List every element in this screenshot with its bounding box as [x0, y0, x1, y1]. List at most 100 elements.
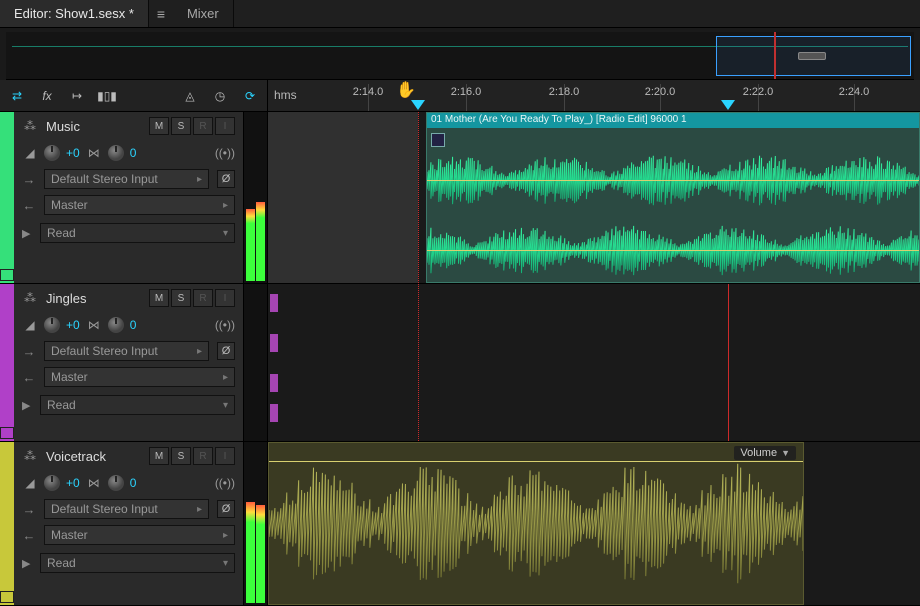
audio-clip-voice[interactable]: [268, 442, 804, 605]
envelope-line[interactable]: [269, 461, 803, 462]
track-name[interactable]: Music: [46, 119, 141, 134]
track-color-bar[interactable]: [0, 112, 14, 283]
input-monitor-button[interactable]: I: [215, 117, 235, 135]
audio-clip-music[interactable]: 01 Mother (Are You Ready To Play_) [Radi…: [426, 112, 920, 283]
waveform-icon: ⁂: [22, 449, 38, 463]
lane-playhead[interactable]: [728, 284, 729, 441]
automation-disclose-icon[interactable]: ▶: [22, 557, 32, 570]
volume-value[interactable]: +0: [66, 146, 80, 160]
track-color-toggle[interactable]: [0, 591, 14, 603]
tool-swap-icon[interactable]: ⇄: [8, 87, 26, 105]
volume-knob[interactable]: [44, 145, 60, 161]
pan-knob[interactable]: [108, 317, 124, 333]
audio-clip-jingle[interactable]: [274, 294, 278, 312]
automation-disclose-icon[interactable]: ▶: [22, 227, 32, 240]
track-color-toggle[interactable]: [0, 269, 14, 281]
clip-title: 01 Mother (Are You Ready To Play_) [Radi…: [427, 113, 919, 128]
timeline-label: 2:18.0: [549, 86, 580, 98]
playhead-marker-in[interactable]: [411, 80, 425, 111]
record-button[interactable]: R: [193, 117, 213, 135]
automation-mode-select[interactable]: Read▾: [40, 395, 235, 415]
audio-clip-jingle[interactable]: [274, 404, 278, 422]
clip-fx-icon[interactable]: [431, 133, 445, 147]
record-button[interactable]: R: [193, 447, 213, 465]
output-select[interactable]: Master▸: [44, 367, 235, 387]
solo-button[interactable]: S: [171, 289, 191, 307]
volume-value[interactable]: +0: [66, 318, 80, 332]
phase-invert-button[interactable]: Ø: [217, 342, 235, 360]
mute-button[interactable]: M: [149, 117, 169, 135]
stereo-icon[interactable]: ((•)): [215, 318, 235, 332]
automation-disclose-icon[interactable]: ▶: [22, 399, 32, 412]
track-lane[interactable]: 01 Mother (Are You Ready To Play_) [Radi…: [268, 112, 920, 283]
volume-knob[interactable]: [44, 475, 60, 491]
solo-button[interactable]: S: [171, 447, 191, 465]
level-meter: [244, 284, 268, 441]
timeline-units-label[interactable]: hms: [274, 88, 297, 102]
input-monitor-button[interactable]: I: [215, 289, 235, 307]
audio-clip-jingle[interactable]: [274, 334, 278, 352]
audio-clip-jingle[interactable]: [274, 374, 278, 392]
tool-eq-icon[interactable]: ▮▯▮: [98, 87, 116, 105]
tab-mixer[interactable]: Mixer: [173, 0, 234, 27]
input-select[interactable]: Default Stereo Input▸: [44, 341, 209, 361]
solo-button[interactable]: S: [171, 117, 191, 135]
overview-playhead[interactable]: [774, 32, 776, 79]
envelope-line[interactable]: [427, 250, 919, 251]
clip-automation-select[interactable]: Volume▼: [734, 446, 796, 460]
clip-automation-label: Volume: [740, 447, 777, 459]
track-name[interactable]: Voicetrack: [46, 449, 141, 464]
tool-metronome-icon[interactable]: ◷: [211, 87, 229, 105]
track-lane[interactable]: [268, 284, 920, 441]
stereo-icon[interactable]: ((•)): [215, 476, 235, 490]
tab-menu-icon[interactable]: ≡: [149, 0, 173, 27]
pan-icon: ⋈: [86, 318, 102, 332]
mute-button[interactable]: M: [149, 447, 169, 465]
tool-loop-icon[interactable]: ⟳: [241, 87, 259, 105]
track-lane[interactable]: Volume▼: [268, 442, 920, 605]
mute-button[interactable]: M: [149, 289, 169, 307]
stereo-icon[interactable]: ((•)): [215, 146, 235, 160]
track-name[interactable]: Jingles: [46, 291, 141, 306]
automation-mode-select[interactable]: Read▾: [40, 223, 235, 243]
input-arrow-icon: →: [22, 172, 36, 187]
input-select[interactable]: Default Stereo Input▸: [44, 169, 209, 189]
phase-invert-button[interactable]: Ø: [217, 500, 235, 518]
track-color-toggle[interactable]: [0, 427, 14, 439]
waveform-icon: ⁂: [22, 291, 38, 305]
track-voicetrack: ⁂VoicetrackMSRI◢+0⋈0((•))→Default Stereo…: [0, 442, 920, 606]
automation-mode-select[interactable]: Read▾: [40, 553, 235, 573]
pan-knob[interactable]: [108, 475, 124, 491]
lane-playhead-dashed: [418, 112, 419, 283]
tool-fx-icon[interactable]: fx: [38, 87, 56, 105]
overview-strip[interactable]: [6, 32, 914, 80]
output-arrow-icon: ←: [22, 198, 36, 213]
input-arrow-icon: →: [22, 344, 36, 359]
track-music: ⁂MusicMSRI◢+0⋈0((•))→Default Stereo Inpu…: [0, 112, 920, 284]
track-toolbox: ⇄ fx ↦ ▮▯▮ ◬ ◷ ⟳: [0, 80, 268, 111]
pan-value[interactable]: 0: [130, 146, 137, 160]
output-select[interactable]: Master▸: [44, 525, 235, 545]
playhead-marker-out[interactable]: [721, 80, 735, 111]
timeline-ruler[interactable]: hms 2:14.02:16.02:18.02:20.02:22.02:24.0…: [268, 80, 920, 111]
overview-scroll-handle[interactable]: [798, 52, 826, 60]
tool-snap-icon[interactable]: ◬: [181, 87, 199, 105]
output-select[interactable]: Master▸: [44, 195, 235, 215]
volume-knob[interactable]: [44, 317, 60, 333]
tool-send-icon[interactable]: ↦: [68, 87, 86, 105]
record-button[interactable]: R: [193, 289, 213, 307]
timeline-label: 2:16.0: [451, 86, 482, 98]
track-color-bar[interactable]: [0, 442, 14, 605]
input-select[interactable]: Default Stereo Input▸: [44, 499, 209, 519]
envelope-line[interactable]: [427, 180, 919, 181]
pan-knob[interactable]: [108, 145, 124, 161]
tab-bar: Editor: Show1.sesx * ≡ Mixer: [0, 0, 920, 28]
volume-value[interactable]: +0: [66, 476, 80, 490]
input-monitor-button[interactable]: I: [215, 447, 235, 465]
pan-value[interactable]: 0: [130, 476, 137, 490]
pan-value[interactable]: 0: [130, 318, 137, 332]
track-color-bar[interactable]: [0, 284, 14, 441]
input-arrow-icon: →: [22, 502, 36, 517]
phase-invert-button[interactable]: Ø: [217, 170, 235, 188]
tab-editor[interactable]: Editor: Show1.sesx *: [0, 0, 149, 27]
